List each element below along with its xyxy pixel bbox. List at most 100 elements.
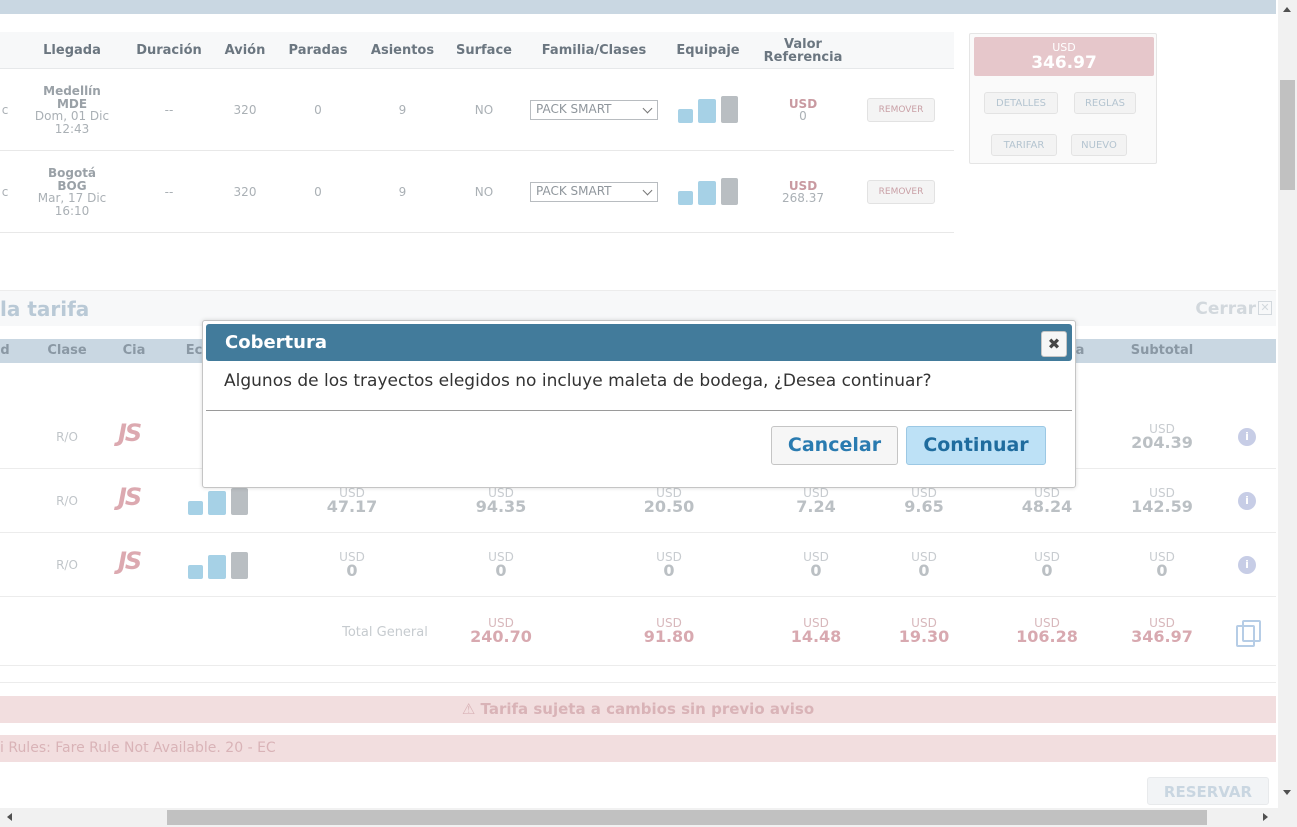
valor-cell: USD 268.37: [758, 151, 848, 233]
vertical-scroll-thumb[interactable]: [1280, 80, 1295, 190]
valor-amount: 0: [799, 109, 807, 123]
horizontal-scrollbar[interactable]: [0, 808, 1278, 827]
subtotal-value: 0: [1156, 561, 1168, 580]
fare-rules-bar: i Rules: Fare Rule Not Available. 20 - E…: [0, 735, 1276, 762]
avion: 320: [233, 185, 257, 199]
arrival-time: 12:43: [54, 121, 90, 136]
top-bar: [0, 0, 1276, 14]
luggage-icon: [678, 175, 740, 207]
scroll-up-icon[interactable]: [1283, 7, 1291, 12]
valor-amount: 268.37: [782, 191, 824, 205]
surface: NO: [474, 103, 494, 117]
reservar-button[interactable]: RESERVAR: [1147, 777, 1269, 805]
close-icon[interactable]: ✖: [1041, 331, 1067, 357]
arrival-cell: Bogotá BOG Mar, 17 Dic 16:10: [22, 151, 122, 233]
total-amount: 346.97: [1031, 53, 1097, 73]
header-familia: Familia/Clases: [541, 43, 647, 58]
header-duracion: Duración: [136, 43, 202, 58]
total-box: USD 346.97: [974, 37, 1154, 76]
duracion: --: [164, 103, 174, 117]
fare-value: 0: [663, 561, 675, 580]
header-equipaje: Equipaje: [676, 43, 740, 58]
fare-cell: USD 0: [1007, 550, 1087, 580]
vertical-scrollbar[interactable]: [1278, 0, 1297, 808]
paradas: 0: [314, 185, 322, 199]
fare-value: 48.24: [1021, 497, 1073, 516]
fare-cell: USD 94.35: [461, 486, 541, 515]
info-icon[interactable]: i: [1238, 556, 1256, 574]
fare-value: 0: [495, 561, 507, 580]
tarifar-button[interactable]: TARIFAR: [991, 134, 1057, 156]
reglas-button[interactable]: REGLAS: [1074, 92, 1136, 114]
cerrar-link[interactable]: Cerrar: [1195, 299, 1256, 319]
fare-cell: USD 0: [776, 550, 856, 579]
continue-button[interactable]: Continuar: [906, 426, 1046, 465]
airline-logo: JS: [118, 483, 142, 511]
header-d: d: [0, 343, 10, 358]
prev-fragment: c: [1, 103, 9, 117]
segment-row: c Medellín MDE Dom, 01 Dic 12:43 -- 320 0 9…: [0, 69, 954, 151]
divider: [0, 682, 1276, 683]
airline-logo: JS: [118, 547, 142, 575]
copy-icon[interactable]: [1236, 620, 1261, 647]
fare-cell: USD 0: [629, 550, 709, 580]
total-cell: USD 240.70: [461, 616, 541, 646]
prev-fragment: c: [1, 185, 9, 199]
info-icon[interactable]: i: [1238, 492, 1256, 510]
header-avion: Avión: [224, 43, 266, 58]
total-value: 19.30: [898, 627, 950, 646]
total-value: 346.97: [1131, 627, 1193, 646]
header-valor: Valor Referencia: [763, 36, 843, 65]
fare-cell: USD 47.17: [312, 486, 392, 516]
header-asientos: Asientos: [370, 43, 435, 58]
dialog-message: Algunos de los trayectos elegidos no inc…: [224, 371, 932, 391]
fare-row: R/O JS USD 0 USD 0 USD 0 USD 0 USD 0 USD 0 USD…: [0, 533, 1276, 597]
fare-cell: USD 7.24: [776, 486, 856, 515]
detalles-button[interactable]: DETALLES: [984, 92, 1058, 114]
cobertura-dialog: Cobertura ✖ Algunos de los trayectos ele…: [202, 320, 1076, 488]
dialog-divider: [206, 410, 1072, 411]
total-value: 106.28: [1016, 627, 1078, 646]
total-value: 240.70: [470, 627, 532, 646]
familia-select[interactable]: PACK SMART: [530, 100, 658, 120]
duracion: --: [164, 185, 174, 199]
page: Llegada Duración Avión Paradas Asientos …: [0, 0, 1297, 827]
surface: NO: [474, 185, 494, 199]
total-cell: USD 106.28: [1007, 616, 1087, 646]
fare-section-title: la tarifa: [0, 297, 90, 321]
familia-select[interactable]: PACK SMART: [530, 182, 658, 202]
total-currency: USD: [1052, 41, 1076, 54]
close-icon[interactable]: ✕: [1258, 301, 1272, 315]
subtotal-value: 204.39: [1131, 433, 1193, 452]
luggage-icon: [678, 93, 740, 125]
header-clase: Clase: [47, 343, 87, 358]
subtotal-value: 142.59: [1131, 497, 1193, 516]
paradas: 0: [314, 103, 322, 117]
fare-value: 0: [1041, 561, 1053, 580]
luggage-icon: [188, 485, 250, 517]
total-cell: USD 19.30: [884, 616, 964, 646]
fare-warning-alert: ⚠ Tarifa sujeta a cambios sin previo avi…: [0, 696, 1276, 723]
subtotal-cell: USD 142.59: [1122, 486, 1202, 516]
cancel-button[interactable]: Cancelar: [771, 426, 898, 465]
fare-value: 47.17: [326, 497, 378, 516]
nuevo-button[interactable]: NUEVO: [1071, 134, 1127, 156]
info-icon[interactable]: i: [1238, 428, 1256, 446]
segments-table-header: Llegada Duración Avión Paradas Asientos …: [0, 32, 954, 69]
header-cia: Cia: [122, 343, 146, 358]
clase-value: R/O: [56, 558, 78, 572]
remove-button[interactable]: REMOVER: [867, 180, 935, 204]
horizontal-scroll-thumb[interactable]: [167, 810, 1207, 825]
fare-cell: USD 20.50: [629, 486, 709, 515]
scroll-right-icon[interactable]: [1263, 813, 1268, 821]
scroll-down-icon[interactable]: [1283, 790, 1291, 795]
fare-cell: USD 9.65: [884, 486, 964, 515]
remove-button[interactable]: REMOVER: [867, 98, 935, 122]
fare-cell: USD 0: [461, 550, 541, 580]
header-llegada: Llegada: [43, 43, 101, 58]
valor-cell: USD 0: [758, 69, 848, 151]
header-surface: Surface: [456, 43, 512, 58]
scroll-left-icon[interactable]: [7, 813, 12, 821]
asientos: 9: [398, 185, 407, 199]
fare-cell: USD 48.24: [1007, 486, 1087, 516]
